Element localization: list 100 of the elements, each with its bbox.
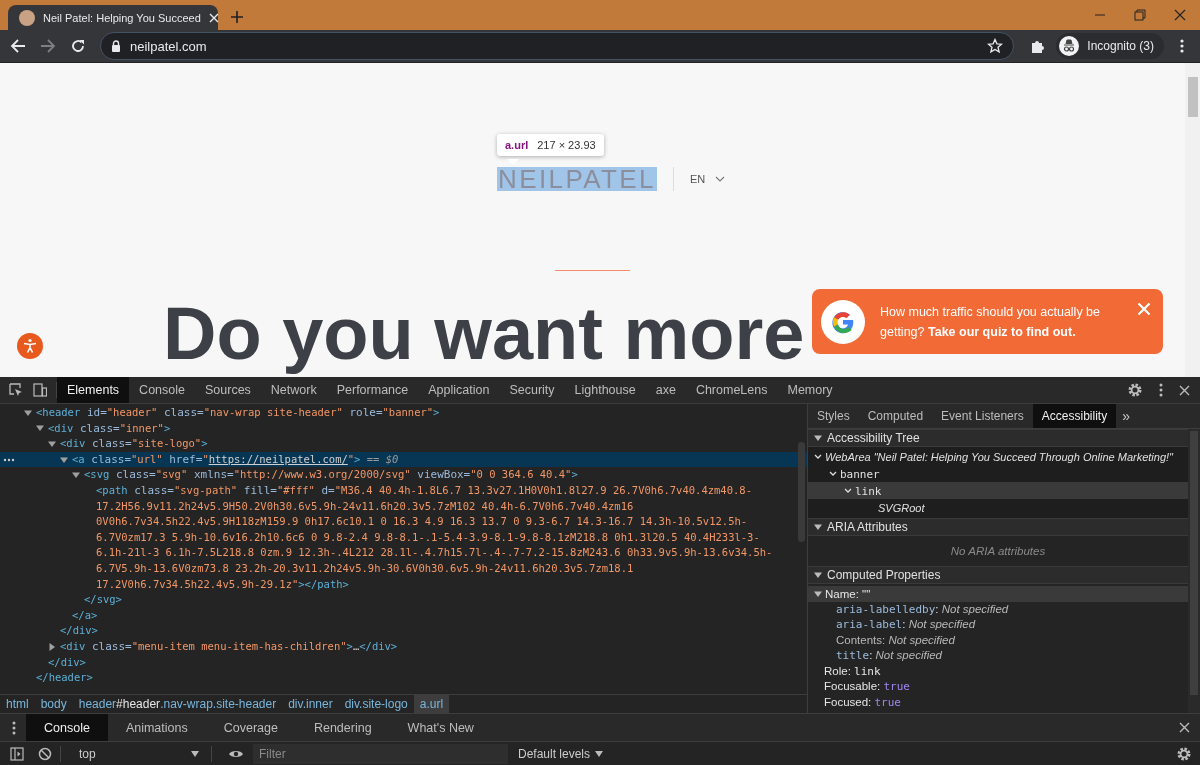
- collapse-arrow-icon[interactable]: [814, 571, 822, 579]
- devtools-tab[interactable]: ChromeLens: [685, 377, 778, 403]
- breadcrumb[interactable]: body: [34, 695, 73, 713]
- drawer-tab[interactable]: Rendering: [295, 714, 390, 741]
- log-levels-selector[interactable]: Default levels: [518, 747, 604, 761]
- dom-node-text[interactable]: </header>: [36, 670, 93, 686]
- puzzle-icon[interactable]: [1030, 38, 1047, 54]
- expand-arrow-icon[interactable]: [48, 440, 56, 448]
- tooltip-pointer-icon: [507, 159, 519, 165]
- collapse-arrow-icon[interactable]: [814, 434, 822, 442]
- more-tabs-button[interactable]: »: [1116, 404, 1136, 428]
- settings-icon[interactable]: [1127, 382, 1143, 398]
- reload-icon[interactable]: [70, 38, 86, 54]
- chevron-down-icon[interactable]: [715, 176, 726, 182]
- breadcrumb[interactable]: html: [0, 695, 35, 713]
- devtools-tab[interactable]: Elements: [57, 377, 130, 403]
- eye-icon[interactable]: [228, 748, 244, 760]
- clear-icon[interactable]: [38, 747, 52, 761]
- new-tab-icon[interactable]: [230, 10, 244, 24]
- chevron-icon[interactable]: [844, 486, 852, 495]
- inspect-icon[interactable]: [9, 383, 23, 397]
- expand-arrow-icon[interactable]: [36, 424, 44, 433]
- inspect-tooltip: a.url 217 × 23.93: [497, 134, 604, 156]
- devtools-tab[interactable]: Console: [129, 377, 195, 403]
- dom-node-text[interactable]: <div class="menu-item menu-item-has-children">…</div>: [60, 638, 398, 655]
- chevron-icon[interactable]: [814, 452, 822, 461]
- expand-arrow-icon[interactable]: [48, 642, 56, 651]
- tree-node-label[interactable]: WebArea "Neil Patel: Helping You Succeed Through Online Marketing!": [825, 449, 1173, 464]
- settings-icon[interactable]: [1176, 746, 1192, 762]
- dom-node-text[interactable]: <svg class="svg" xmlns="http://www.w3.org/2000/svg" viewBox="0 0 364.6 40.4">: [84, 467, 578, 483]
- drawer-tab[interactable]: Animations: [107, 714, 206, 741]
- breadcrumb[interactable]: a.url: [413, 695, 450, 713]
- dom-node-text[interactable]: <header id="header" class="nav-wrap site-header" role="banner">: [36, 405, 440, 421]
- empty-message: No ARIA attributes: [949, 544, 1047, 559]
- filter-field[interactable]: Filter: [253, 744, 508, 764]
- close-icon[interactable]: [1179, 384, 1190, 396]
- popup-text: How much traffic should you actually be getting? Take our quiz to find out.: [880, 303, 1102, 341]
- sidebar-tab[interactable]: Computed: [858, 404, 933, 428]
- close-icon[interactable]: [1179, 722, 1190, 733]
- menu-icon[interactable]: [12, 720, 16, 735]
- accessibility-button[interactable]: [17, 333, 43, 359]
- dom-node-text[interactable]: <div class="site-logo">: [60, 436, 208, 452]
- tree-node-label[interactable]: link: [855, 483, 882, 498]
- sidebar-tab[interactable]: Accessibility: [1032, 404, 1117, 428]
- drawer-tab[interactable]: Console: [26, 714, 108, 741]
- section-header[interactable]: ARIA Attributes: [808, 518, 1188, 536]
- menu-icon[interactable]: [1159, 383, 1163, 397]
- dom-node-text[interactable]: </div>: [48, 654, 86, 671]
- section-header[interactable]: Accessibility Tree: [808, 429, 1188, 447]
- chevron-icon[interactable]: [829, 469, 837, 478]
- restore-icon[interactable]: [1134, 9, 1146, 21]
- incognito-icon: [1059, 36, 1080, 56]
- devtools-tab[interactable]: Network: [260, 377, 327, 403]
- address-bar[interactable]: neilpatel.com: [100, 32, 1015, 60]
- section-header[interactable]: Computed Properties: [808, 566, 1188, 584]
- url-link[interactable]: https://neilpatel.com/: [208, 452, 348, 465]
- dom-node-text[interactable]: </a>: [72, 607, 98, 624]
- device-toolbar-icon[interactable]: [33, 383, 47, 397]
- devtools-tab[interactable]: Performance: [326, 377, 419, 403]
- scrollbar[interactable]: [798, 442, 805, 542]
- menu-icon[interactable]: [1180, 39, 1184, 53]
- avatar-icon: [19, 9, 35, 26]
- tree-node-label[interactable]: SVGRoot: [878, 500, 925, 515]
- dom-node-text[interactable]: </div>: [60, 623, 98, 639]
- close-icon[interactable]: [1174, 9, 1186, 21]
- devtools-tab[interactable]: Sources: [195, 377, 261, 403]
- sidebar-tab[interactable]: Styles: [808, 404, 859, 428]
- devtools-tab[interactable]: Application: [418, 377, 500, 403]
- tree-node-label[interactable]: banner: [840, 466, 880, 481]
- dom-node-text[interactable]: <div class="inner">: [48, 420, 171, 437]
- devtools-tab[interactable]: axe: [645, 377, 686, 403]
- breadcrumb[interactable]: div.site-logo: [338, 695, 414, 713]
- expand-arrow-icon[interactable]: [24, 408, 32, 417]
- dom-node-text[interactable]: </svg>: [84, 592, 122, 608]
- dom-node-text[interactable]: <a class="url" href="https://neilpatel.com/"> == $0: [72, 451, 399, 468]
- back-arrow-icon[interactable]: [10, 38, 26, 54]
- breadcrumb[interactable]: div.inner: [282, 695, 339, 713]
- devtools-tab[interactable]: Memory: [777, 377, 843, 403]
- sidebar-toggle-icon[interactable]: [10, 747, 24, 761]
- devtools-tab[interactable]: Lighthouse: [564, 377, 646, 403]
- expand-arrow-icon[interactable]: [72, 471, 80, 480]
- expand-arrow-icon[interactable]: [814, 589, 822, 598]
- sidebar-tab[interactable]: Event Listeners: [932, 404, 1033, 428]
- profile-button[interactable]: Incognito (3): [1056, 33, 1164, 59]
- devtools-tab[interactable]: Security: [499, 377, 565, 403]
- tab-title: Neil Patel: Helping You Succeed: [43, 11, 201, 24]
- drawer-tab[interactable]: Coverage: [205, 714, 296, 741]
- property-text: Focused: true: [824, 695, 901, 709]
- collapse-arrow-icon[interactable]: [814, 523, 822, 531]
- context-selector[interactable]: top: [75, 747, 203, 761]
- expand-arrow-icon[interactable]: [60, 455, 68, 464]
- language-selector[interactable]: EN: [689, 173, 706, 185]
- scrollbar[interactable]: [1188, 429, 1200, 713]
- more-icon[interactable]: [3, 457, 15, 462]
- breadcrumb[interactable]: header#header.nav-wrap.site-header: [72, 695, 283, 713]
- browser-tab[interactable]: Neil Patel: Helping You Succeed: [8, 5, 218, 30]
- drawer-tab[interactable]: What's New: [389, 714, 492, 741]
- scrollbar[interactable]: [1185, 63, 1200, 377]
- dom-node-text[interactable]: <path class="svg-path" fill="#fff" d="M36.4 40.4h-1.8L6.7 13.3v27.1H0V0h1.8l27.9 26.7V0h6.7v40.4zm40.8- 17.2H56.9v11.2h24v5.9H50.2V0h30.6v5.9h-24v11.6h20.3v5.7zM102 40.4h-6.7V0h6.7v40.4zm16 0V0h6.7v34.5h22.4v5.9H118zM159.9 0h17.6c10.1 0 16.3 4.9 16.3 13.7 0 9.3-6.7 14.3-16.7 14.3h-10.5v12.5h- 6.7V0zm17.3 5.9h-10.6v16.2h10.6c6 0 9.8-2.4 9.8-8.1-.1-5.4-3.9-8.1-9.8-8.1zM218.8 0h1.3l20.5 40.4H233l-3- 6.1h-21l-3 6.1h-7.5L218.8 0zm.9 12.3h-.4L212 28.1l-.4.7h15.7l-.4-.7-7.2-15.8zM243.6 0h33.9v5.9h-13.6v34.5h- 6.7V5.9h-13.6V0zm73.8 23.2h-20.3v11.2h24v5.9h-30.6V0h30.6v5.9h-24v11.6h20.3v5.7zm18.1 17.2V0h6.7v34.5h22.4v5.9h-29.1z"></path>: [96, 482, 773, 593]
- star-icon[interactable]: [987, 38, 1004, 54]
